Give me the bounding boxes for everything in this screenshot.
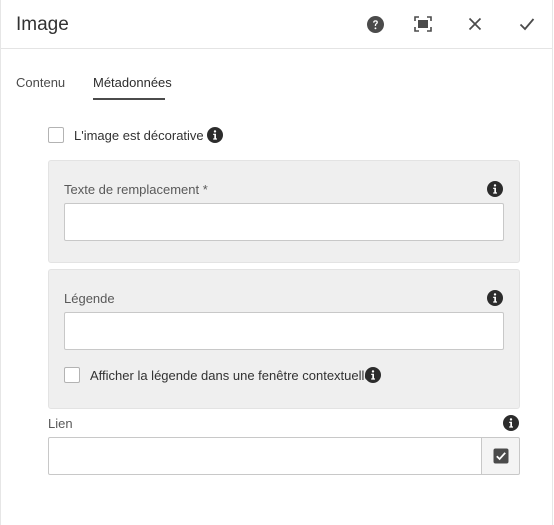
link-input[interactable] <box>48 437 482 475</box>
close-button[interactable] <box>465 14 485 34</box>
alt-text-label: Texte de remplacement * <box>64 182 208 197</box>
alt-text-input[interactable] <box>64 203 504 241</box>
link-label: Lien <box>48 416 73 431</box>
decorative-checkbox[interactable] <box>48 127 64 143</box>
info-icon[interactable] <box>365 367 381 383</box>
info-icon[interactable] <box>487 290 503 306</box>
tab-list: Contenu Métadonnées <box>1 48 552 103</box>
info-icon[interactable] <box>503 415 519 431</box>
caption-popup-label: Afficher la légende dans une fenêtre con… <box>90 368 372 383</box>
link-picker-button[interactable] <box>481 437 520 475</box>
caption-input[interactable] <box>64 312 504 350</box>
close-icon <box>468 17 482 31</box>
info-icon[interactable] <box>487 181 503 197</box>
fullscreen-button[interactable] <box>413 14 433 34</box>
tab-contenu[interactable]: Contenu <box>16 75 65 90</box>
fullscreen-icon <box>414 16 432 32</box>
done-button[interactable] <box>517 14 537 34</box>
dialog-title: Image <box>16 14 69 35</box>
decorative-label: L'image est décorative <box>74 128 204 143</box>
checkbox-checked-icon <box>493 448 509 464</box>
active-tab-indicator <box>93 98 165 100</box>
dialog-header: Image <box>1 0 552 49</box>
image-dialog: Image Contenu Métadonnées L'image est dé… <box>0 0 553 525</box>
caption-popup-checkbox[interactable] <box>64 367 80 383</box>
tab-metadonnees[interactable]: Métadonnées <box>93 75 172 90</box>
help-icon <box>366 15 384 33</box>
caption-label: Légende <box>64 291 115 306</box>
checkmark-icon <box>519 17 535 31</box>
info-icon[interactable] <box>207 127 223 143</box>
help-button[interactable] <box>365 14 385 34</box>
